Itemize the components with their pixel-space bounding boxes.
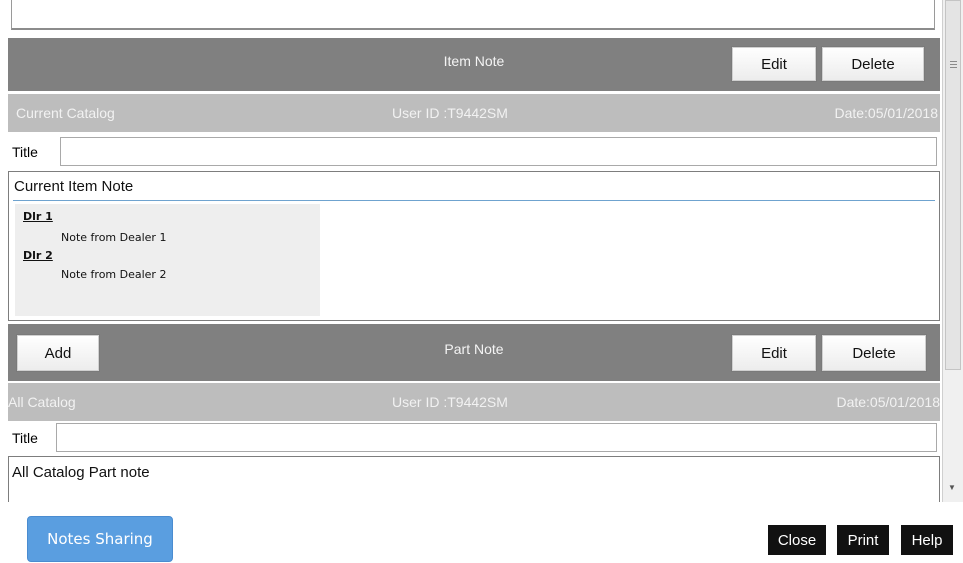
- item-note-date: Date:05/01/2018: [834, 105, 938, 121]
- print-button[interactable]: Print: [837, 525, 889, 555]
- item-note-delete-button[interactable]: Delete: [821, 46, 925, 82]
- part-note-edit-button[interactable]: Edit: [731, 334, 817, 372]
- dealer-1-link[interactable]: Dlr 1: [23, 210, 53, 223]
- grip-line: [950, 64, 957, 65]
- note-heading-divider: [13, 200, 935, 201]
- part-note-delete-button[interactable]: Delete: [821, 334, 927, 372]
- help-button[interactable]: Help: [901, 525, 953, 555]
- current-item-note-box[interactable]: Current Item Note Dlr 1 Note from Dealer…: [8, 171, 940, 321]
- close-button[interactable]: Close: [768, 525, 826, 555]
- part-note-title-label: Title: [12, 430, 38, 446]
- all-catalog-part-note-heading: All Catalog Part note: [12, 464, 150, 481]
- item-note-user-id: User ID :T9442SM: [392, 105, 508, 121]
- arrow-down-icon[interactable]: ▼: [948, 483, 956, 492]
- item-note-edit-button[interactable]: Edit: [731, 46, 817, 82]
- part-note-user-id: User ID :T9442SM: [392, 394, 508, 410]
- part-note-header: Add Part Note Edit Delete: [8, 324, 940, 381]
- item-note-title-input[interactable]: [60, 137, 937, 166]
- all-catalog-part-note-box[interactable]: All Catalog Part note: [8, 456, 940, 502]
- notes-content: Item Note Edit Delete Current Catalog Us…: [8, 0, 940, 502]
- part-note-title-row: Title: [8, 421, 940, 454]
- part-note-title-input[interactable]: [56, 423, 937, 452]
- dealer-2-link[interactable]: Dlr 2: [23, 249, 53, 262]
- item-note-title-row: Title: [8, 135, 940, 168]
- part-note-meta-bar: All Catalog User ID :T9442SM Date:05/01/…: [8, 383, 940, 421]
- dealer-1-note: Note from Dealer 1: [61, 231, 167, 244]
- part-note-date: Date:05/01/2018: [836, 394, 940, 410]
- item-note-meta-bar: Current Catalog User ID :T9442SM Date:05…: [8, 94, 940, 132]
- item-note-scope: Current Catalog: [16, 105, 115, 121]
- vertical-scrollbar[interactable]: ▼: [942, 0, 963, 502]
- item-note-header: Item Note Edit Delete: [8, 38, 940, 91]
- dealer-notes-panel: Dlr 1 Note from Dealer 1 Dlr 2 Note from…: [15, 204, 320, 316]
- grip-line: [950, 67, 957, 68]
- grip-lines-icon: [950, 61, 957, 62]
- scrollbar-thumb[interactable]: [945, 0, 961, 370]
- current-item-note-heading: Current Item Note: [14, 178, 134, 195]
- notes-sharing-button[interactable]: Notes Sharing: [27, 516, 173, 562]
- item-note-title-label: Title: [12, 144, 38, 160]
- dialog-footer: Notes Sharing Close Print Help: [0, 502, 963, 563]
- part-note-scope: All Catalog: [8, 394, 76, 410]
- dealer-2-note: Note from Dealer 2: [61, 268, 167, 281]
- previous-note-box: [11, 0, 935, 30]
